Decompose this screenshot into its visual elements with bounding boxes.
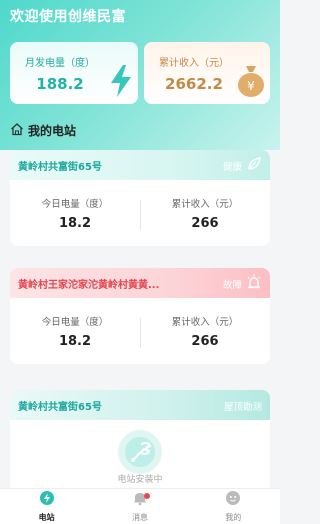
today-power-label: 今日电量（度）	[41, 317, 109, 328]
empty-state-text: 电站安装中	[117, 475, 163, 485]
alarm-icon	[246, 274, 262, 294]
unread-badge	[143, 493, 150, 499]
tab-messages[interactable]: 消息	[93, 489, 186, 524]
station-header: 黄岭村共富街65号 健康	[10, 150, 270, 180]
income-value: 266	[191, 216, 219, 231]
monthly-power-card[interactable]: 月发电量（度） 188.2	[10, 42, 138, 104]
total-income-card[interactable]: 累计收入（元） 2662.2 ¥	[144, 42, 270, 104]
today-power-metric: 今日电量（度） 18.2	[10, 196, 140, 231]
today-power-value: 18.2	[58, 334, 92, 349]
today-power-value: 18.2	[58, 216, 92, 231]
income-value: 266	[191, 334, 219, 349]
total-income-value: 2662.2	[165, 75, 223, 93]
station-card[interactable]: 黄岭村共富街65号 屋顶勘测 电站安装中	[10, 390, 270, 500]
today-power-label: 今日电量（度）	[41, 199, 109, 210]
bottom-tab-bar: 电站 消息 我的	[0, 488, 280, 524]
tab-station[interactable]: 电站	[0, 489, 93, 524]
tab-label: 电站	[38, 513, 55, 522]
status-badge: 故障	[222, 280, 242, 291]
status-badge: 健康	[222, 162, 242, 173]
monthly-power-label: 月发电量（度）	[25, 58, 95, 69]
money-bag-icon: ¥	[236, 62, 266, 102]
income-label: 累计收入（元）	[171, 199, 239, 210]
my-stations-header: 我的电站	[10, 122, 76, 138]
station-header: 黄岭村王家沱家沱黄岭村黄黄... 故障	[10, 268, 270, 298]
monthly-power-value: 188.2	[36, 75, 84, 93]
lightning-tab-icon	[39, 490, 55, 510]
station-card[interactable]: 黄岭村共富街65号 健康 今日电量（度） 18.2 累计收入（元） 266	[10, 150, 270, 246]
user-icon	[225, 490, 241, 510]
income-metric: 累计收入（元） 266	[140, 196, 270, 231]
station-name: 黄岭村共富街65号	[18, 401, 102, 413]
station-name: 黄岭村王家沱家沱黄岭村黄黄...	[18, 279, 160, 291]
leaf-icon	[246, 156, 262, 176]
tab-label: 消息	[131, 513, 148, 522]
page-title: 欢迎使用创维民富	[10, 9, 126, 25]
station-card[interactable]: 黄岭村王家沱家沱黄岭村黄黄... 故障 今日电量（度） 18.2 累计收入（元）…	[10, 268, 270, 364]
today-power-metric: 今日电量（度） 18.2	[10, 314, 140, 349]
svg-text:¥: ¥	[247, 79, 255, 93]
total-income-label: 累计收入（元）	[159, 58, 229, 69]
tab-label: 我的	[225, 513, 242, 522]
station-name: 黄岭村共富街65号	[18, 161, 102, 173]
status-badge: 屋顶勘测	[223, 402, 262, 413]
lightning-icon	[108, 64, 134, 102]
station-header: 黄岭村共富街65号 屋顶勘测	[10, 390, 270, 420]
section-title: 我的电站	[28, 123, 77, 138]
home-icon	[10, 121, 24, 140]
income-metric: 累计收入（元） 266	[140, 314, 270, 349]
tab-profile[interactable]: 我的	[187, 489, 280, 524]
income-label: 累计收入（元）	[171, 317, 239, 328]
